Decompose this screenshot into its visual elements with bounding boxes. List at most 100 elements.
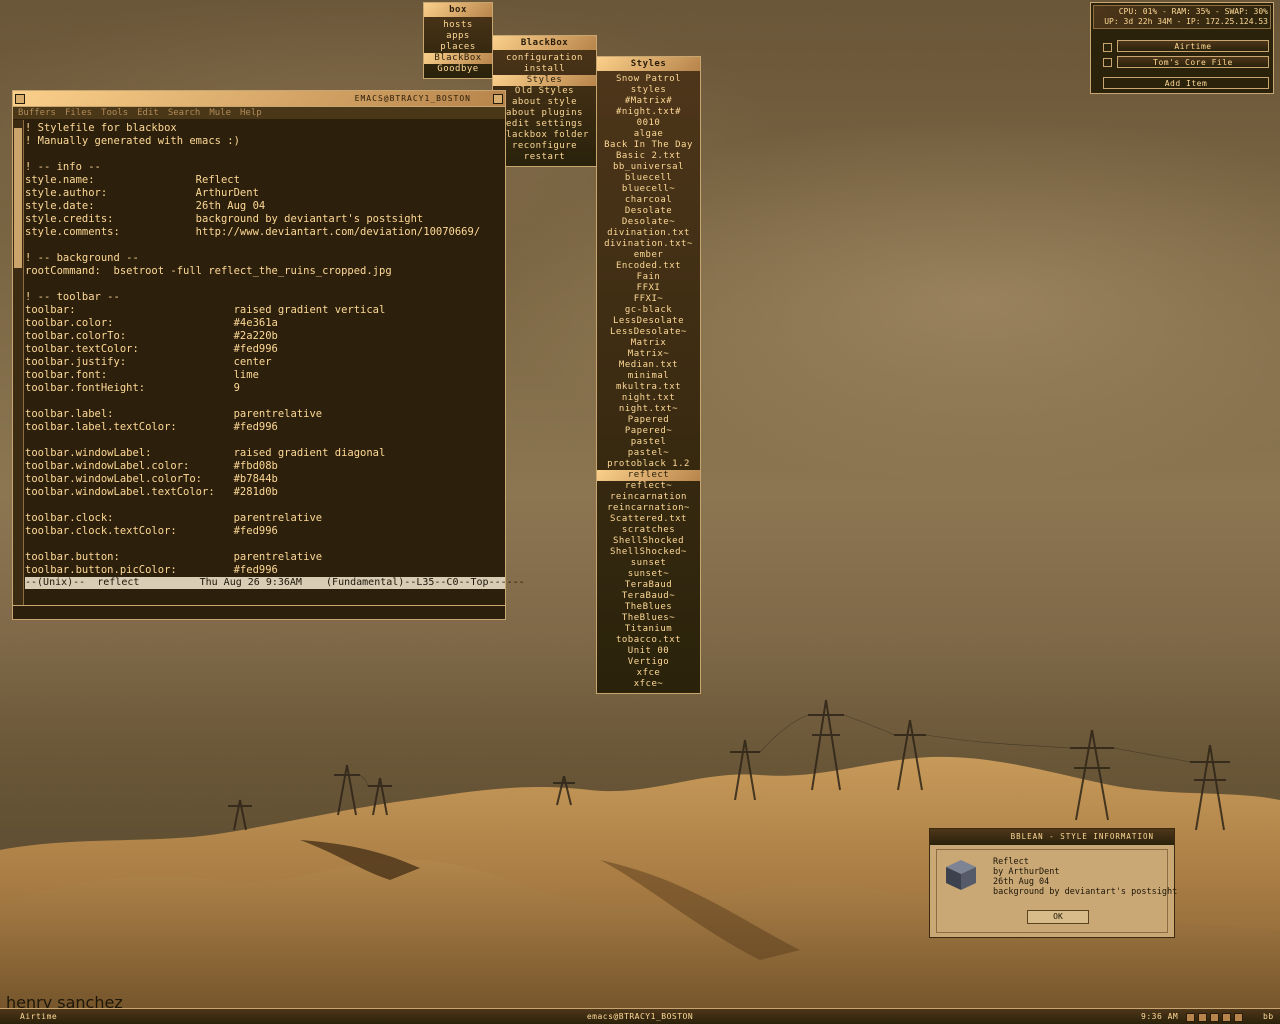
style-item[interactable]: night.txt: [597, 393, 700, 404]
style-item[interactable]: reflect~: [597, 481, 700, 492]
style-item[interactable]: mkultra.txt: [597, 382, 700, 393]
emacs-menu-item[interactable]: Files: [65, 108, 92, 118]
style-item[interactable]: ShellShocked: [597, 536, 700, 547]
style-item[interactable]: TheBlues: [597, 602, 700, 613]
menu-item-hosts[interactable]: hosts: [424, 20, 492, 31]
menu-item-restart[interactable]: restart: [493, 152, 596, 163]
style-item[interactable]: divination.txt: [597, 228, 700, 239]
style-item[interactable]: ember: [597, 250, 700, 261]
emacs-minibuffer[interactable]: [13, 605, 505, 619]
menu-item-configuration[interactable]: configuration: [493, 53, 596, 64]
style-item[interactable]: Matrix: [597, 338, 700, 349]
menu-item-apps[interactable]: apps: [424, 31, 492, 42]
style-item[interactable]: night.txt~: [597, 404, 700, 415]
menu-item-install[interactable]: install: [493, 64, 596, 75]
style-item[interactable]: bb_universal: [597, 162, 700, 173]
style-item[interactable]: FFXI: [597, 283, 700, 294]
tray-icon[interactable]: [1186, 1013, 1195, 1022]
style-item[interactable]: Unit 00: [597, 646, 700, 657]
emacs-menu-item[interactable]: Tools: [101, 108, 128, 118]
add-item-button[interactable]: Add Item: [1103, 77, 1269, 89]
style-item[interactable]: Desolate~: [597, 217, 700, 228]
menu-item-edit-settings[interactable]: edit settings: [493, 119, 596, 130]
emacs-menu-item[interactable]: Help: [240, 108, 262, 118]
menu-item-places[interactable]: places: [424, 42, 492, 53]
window-label[interactable]: emacs@BTRACY1_BOSTON: [0, 1009, 1280, 1024]
menu-item-styles[interactable]: Styles: [493, 75, 596, 86]
style-item[interactable]: Encoded.txt: [597, 261, 700, 272]
emacs-scrollbar[interactable]: [13, 120, 24, 607]
style-item[interactable]: Basic 2.txt: [597, 151, 700, 162]
style-item[interactable]: gc-black: [597, 305, 700, 316]
emacs-menu-item[interactable]: Buffers: [18, 108, 56, 118]
style-item[interactable]: reflect: [597, 470, 700, 481]
menu-item-blackbox[interactable]: BlackBox: [424, 53, 492, 64]
style-item[interactable]: Fain: [597, 272, 700, 283]
style-item[interactable]: 0010: [597, 118, 700, 129]
emacs-menu-item[interactable]: Mule: [209, 108, 231, 118]
style-item[interactable]: #night.txt#: [597, 107, 700, 118]
style-item[interactable]: sunset~: [597, 569, 700, 580]
style-item[interactable]: tobacco.txt: [597, 635, 700, 646]
style-item[interactable]: Vertigo: [597, 657, 700, 668]
style-item[interactable]: TeraBaud~: [597, 591, 700, 602]
style-item[interactable]: algae: [597, 129, 700, 140]
style-item[interactable]: reincarnation~: [597, 503, 700, 514]
tray-icon[interactable]: [1210, 1013, 1219, 1022]
close-button[interactable]: [493, 94, 503, 104]
task-airtime[interactable]: Airtime: [1117, 40, 1269, 52]
style-item[interactable]: xfce~: [597, 679, 700, 690]
emacs-menu-item[interactable]: Search: [168, 108, 201, 118]
menu-item-about-style[interactable]: about style: [493, 97, 596, 108]
style-item[interactable]: minimal: [597, 371, 700, 382]
blackbox-button[interactable]: bb: [1263, 1009, 1274, 1024]
style-item[interactable]: LessDesolate: [597, 316, 700, 327]
style-item[interactable]: xfce: [597, 668, 700, 679]
style-item[interactable]: Median.txt: [597, 360, 700, 371]
style-item[interactable]: TheBlues~: [597, 613, 700, 624]
style-item[interactable]: pastel~: [597, 448, 700, 459]
menu-item-goodbye[interactable]: Goodbye: [424, 64, 492, 75]
style-item[interactable]: Snow Patrol: [597, 74, 700, 85]
style-item[interactable]: FFXI~: [597, 294, 700, 305]
minimize-button[interactable]: [15, 94, 25, 104]
style-item[interactable]: Back In The Day: [597, 140, 700, 151]
menu-item-old-styles[interactable]: Old Styles: [493, 86, 596, 97]
scrollbar-thumb[interactable]: [14, 128, 22, 268]
style-item[interactable]: sunset: [597, 558, 700, 569]
task-checkbox-core-file[interactable]: [1103, 58, 1112, 67]
task-checkbox-airtime[interactable]: [1103, 43, 1112, 52]
emacs-title-bar[interactable]: EMACS@BTRACY1_BOSTON: [13, 91, 505, 107]
style-item[interactable]: Papered: [597, 415, 700, 426]
menu-item-blackbox-folder[interactable]: blackbox folder: [493, 130, 596, 141]
style-item[interactable]: protoblack 1.2: [597, 459, 700, 470]
style-item[interactable]: pastel: [597, 437, 700, 448]
style-item[interactable]: Papered~: [597, 426, 700, 437]
tray-icon[interactable]: [1234, 1013, 1243, 1022]
style-item[interactable]: styles: [597, 85, 700, 96]
ok-button[interactable]: OK: [1027, 910, 1089, 924]
toolbar-clock[interactable]: 9:36 AM: [1141, 1009, 1178, 1024]
task-core-file[interactable]: Tom's Core File: [1117, 56, 1269, 68]
style-item[interactable]: LessDesolate~: [597, 327, 700, 338]
style-item[interactable]: scratches: [597, 525, 700, 536]
style-item[interactable]: reincarnation: [597, 492, 700, 503]
style-item[interactable]: Matrix~: [597, 349, 700, 360]
style-item[interactable]: Desolate: [597, 206, 700, 217]
emacs-menu-item[interactable]: Edit: [137, 108, 159, 118]
emacs-window[interactable]: EMACS@BTRACY1_BOSTON Buffers Files Tools Ed…: [12, 90, 525, 620]
style-item[interactable]: ShellShocked~: [597, 547, 700, 558]
style-item[interactable]: charcoal: [597, 195, 700, 206]
style-item[interactable]: Scattered.txt: [597, 514, 700, 525]
style-item[interactable]: Titanium: [597, 624, 700, 635]
style-item[interactable]: divination.txt~: [597, 239, 700, 250]
emacs-buffer[interactable]: ! Stylefile for blackbox! Manually gener…: [25, 122, 505, 577]
style-item[interactable]: #Matrix#: [597, 96, 700, 107]
tray-icon[interactable]: [1198, 1013, 1207, 1022]
tray-icon[interactable]: [1222, 1013, 1231, 1022]
style-item[interactable]: TeraBaud: [597, 580, 700, 591]
style-item[interactable]: bluecell: [597, 173, 700, 184]
menu-item-about-plugins[interactable]: about plugins: [493, 108, 596, 119]
style-item[interactable]: bluecell~: [597, 184, 700, 195]
menu-item-reconfigure[interactable]: reconfigure: [493, 141, 596, 152]
